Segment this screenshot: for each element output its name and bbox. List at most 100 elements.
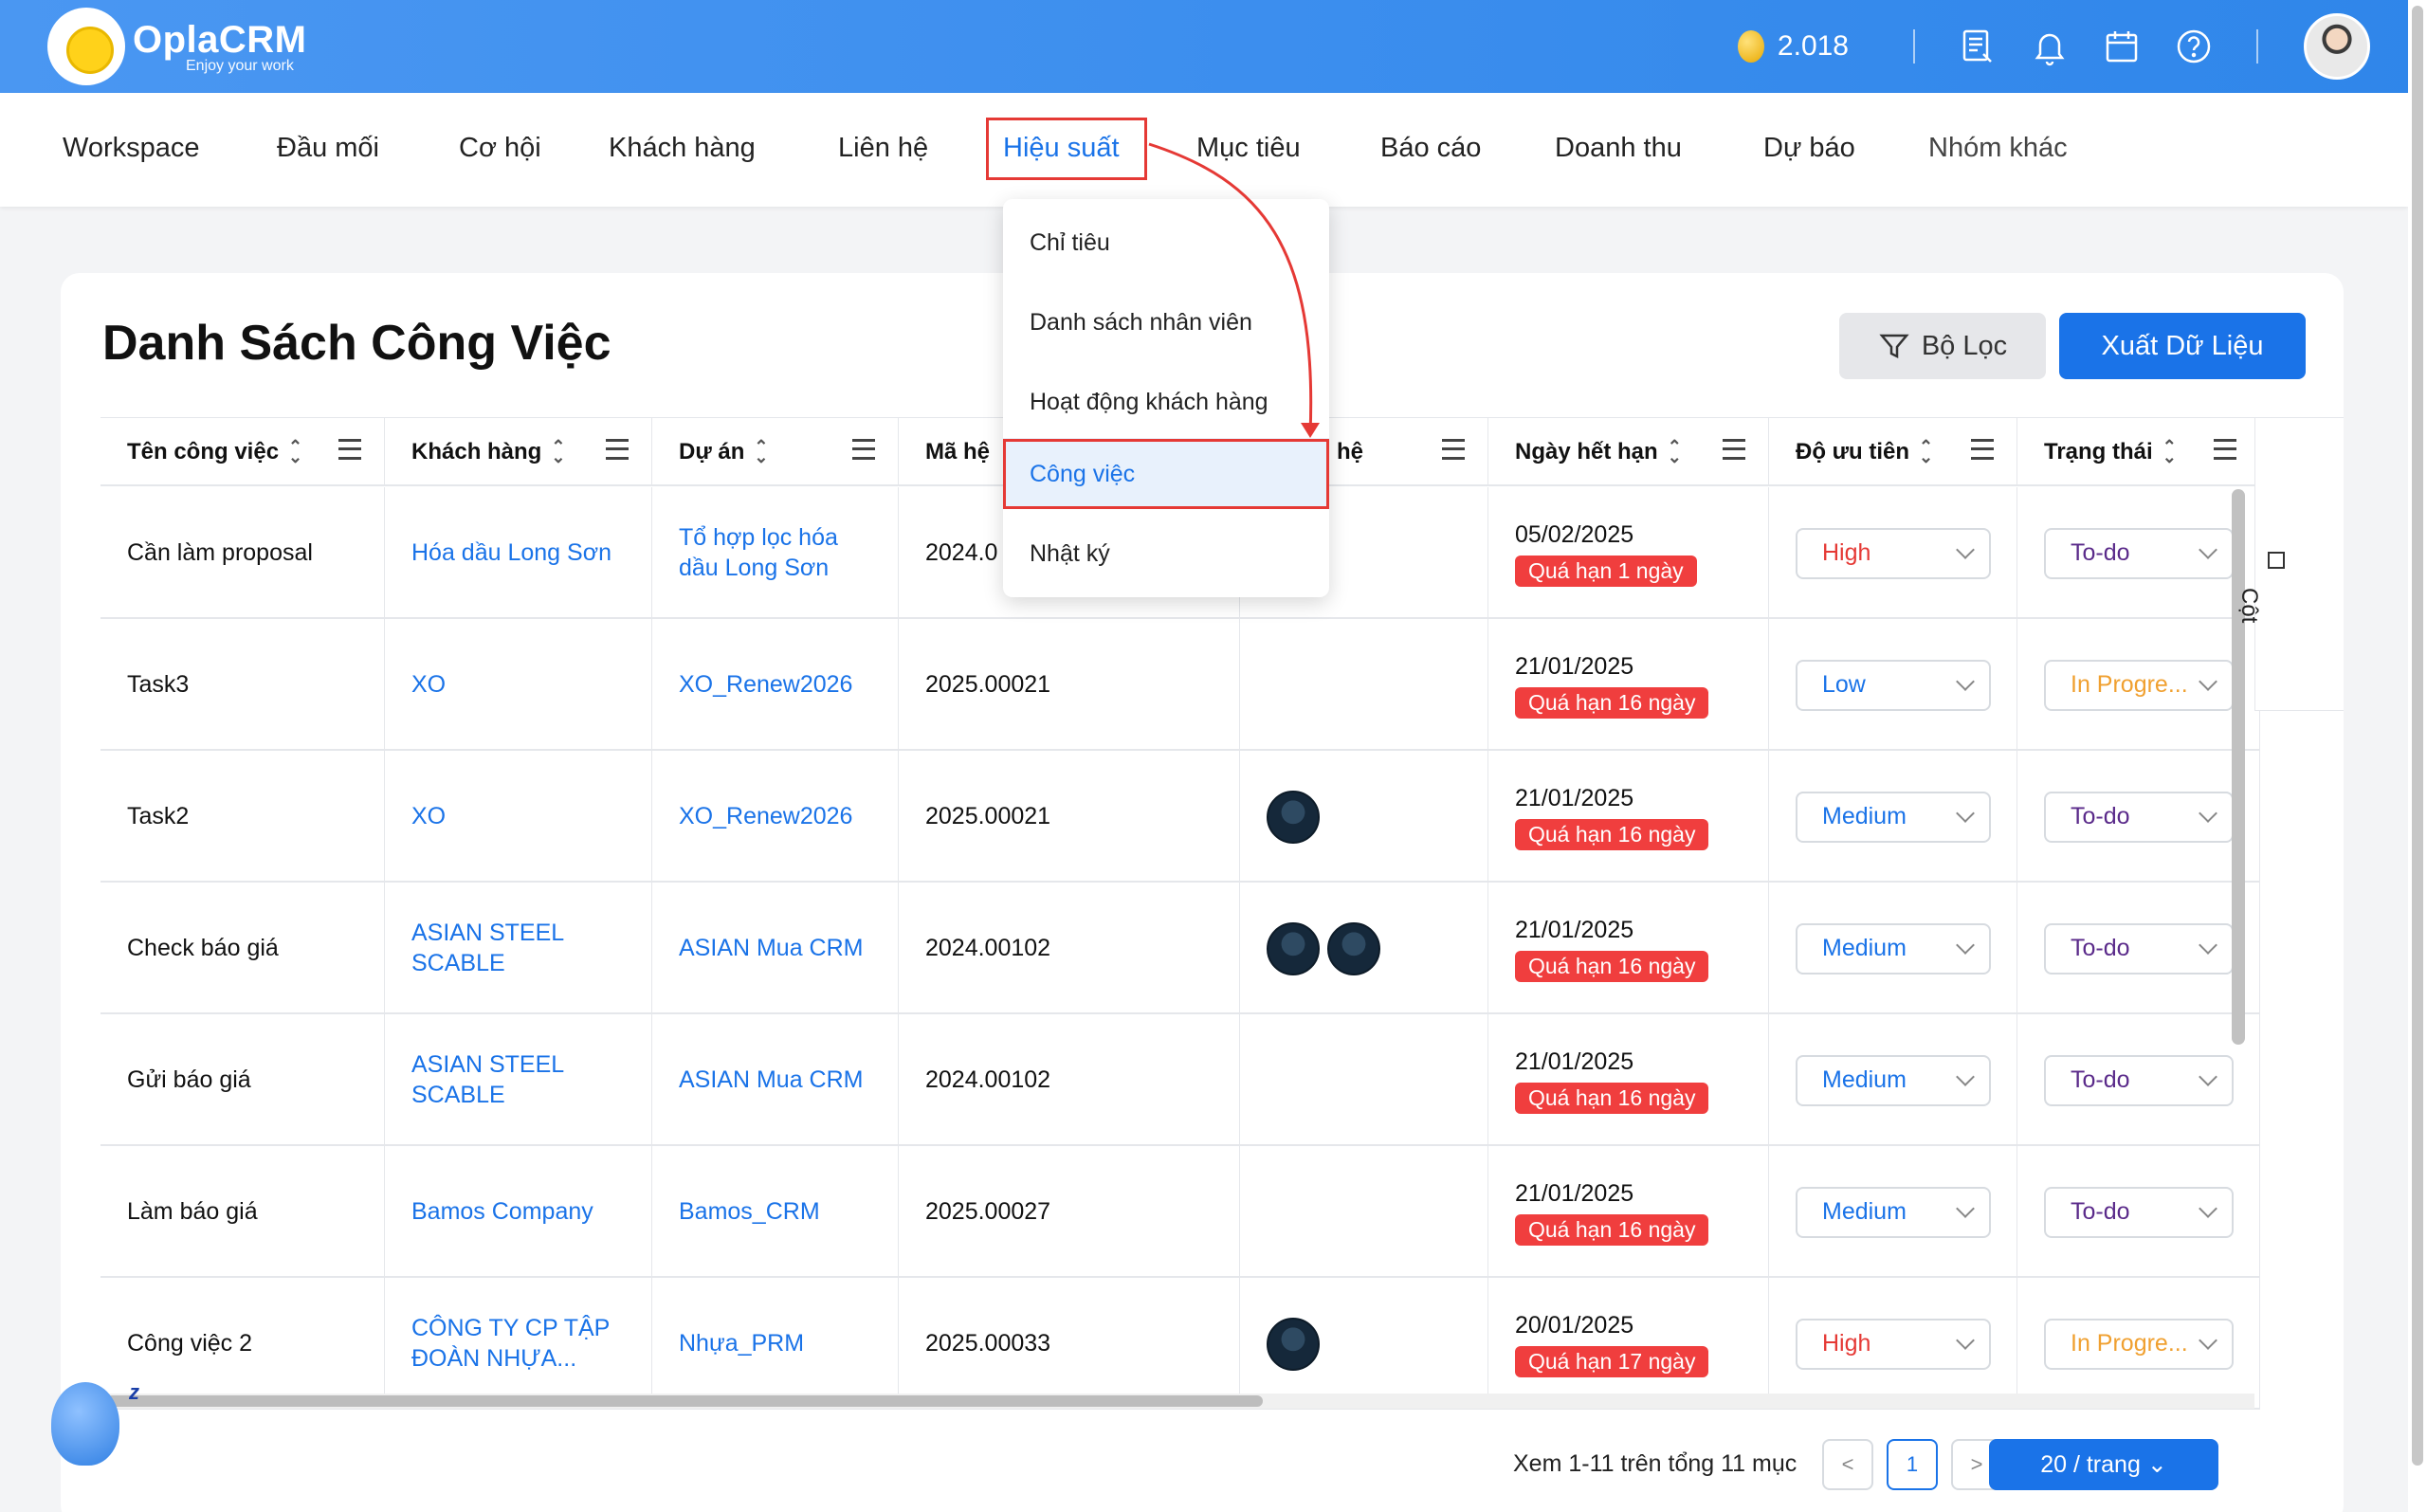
priority-select[interactable]: Medium (1796, 791, 1991, 843)
status-select[interactable]: To-do (2044, 527, 2234, 579)
nav-goals[interactable]: Mục tiêu (1196, 133, 1301, 164)
assignee-avatar[interactable] (1267, 921, 1320, 975)
col-status[interactable]: Trạng thái ⌃ ⌄ (2017, 418, 2260, 486)
project-link[interactable]: XO_Renew2026 (679, 670, 852, 700)
assignee-avatar[interactable] (1327, 921, 1380, 975)
project-link[interactable]: Bamos_CRM (679, 1197, 820, 1227)
col-customer[interactable]: Khách hàng ⌃ ⌄ (385, 418, 652, 486)
help-icon[interactable] (2171, 24, 2217, 69)
prev-page-button[interactable]: < (1822, 1439, 1873, 1490)
task-name[interactable]: Check báo giá (127, 934, 279, 963)
customer-link[interactable]: XO (411, 802, 446, 831)
column-menu-icon[interactable] (1723, 439, 1745, 460)
column-menu-icon[interactable] (1971, 439, 1994, 460)
table-row[interactable]: Task3 XO XO_Renew2026 2025.00021 21/01/2025 Q… (100, 619, 2260, 751)
calendar-icon[interactable] (2099, 24, 2144, 69)
column-menu-icon[interactable] (1442, 439, 1465, 460)
table-row[interactable]: Gửi báo giá ASIAN STEEL SCABLE ASIAN Mua C… (100, 1014, 2260, 1146)
sort-icon[interactable]: ⌃ ⌄ (754, 438, 768, 465)
nav-other-groups[interactable]: Nhóm khác (1928, 133, 2068, 164)
priority-select[interactable]: Medium (1796, 922, 1991, 975)
brand-logo[interactable]: OplaCRM Enjoy your work (47, 8, 307, 85)
table-row[interactable]: Check báo giá ASIAN STEEL SCABLE ASIAN Mua… (100, 883, 2260, 1014)
customer-link[interactable]: CÔNG TY CP TẬP ĐOÀN NHỰA... (411, 1314, 636, 1374)
user-avatar[interactable] (2304, 13, 2370, 80)
sort-icon[interactable]: ⌃ ⌄ (288, 438, 302, 465)
customer-link[interactable]: ASIAN STEEL SCABLE (411, 919, 636, 978)
chevron-down-icon (1956, 1330, 1975, 1350)
report-icon[interactable] (1955, 24, 2000, 69)
page-size-select[interactable]: 20 / trang ⌄ (1989, 1439, 2218, 1490)
customer-link[interactable]: ASIAN STEEL SCABLE (411, 1050, 636, 1110)
priority-select[interactable]: Low (1796, 659, 1991, 711)
coin-balance[interactable]: 2.018 (1778, 30, 1849, 63)
horizontal-scrollbar[interactable] (106, 1395, 1263, 1407)
page-scrollbar[interactable] (2412, 6, 2423, 1466)
customer-link[interactable]: Bamos Company (411, 1197, 593, 1227)
customer-link[interactable]: Hóa dầu Long Sơn (411, 538, 611, 568)
cell-priority: Medium (1769, 1014, 2017, 1146)
priority-select[interactable]: High (1796, 1318, 1991, 1370)
status-select[interactable]: In Progre... (2044, 1318, 2234, 1370)
dropdown-item-employees[interactable]: Danh sách nhân viên (1030, 309, 1252, 337)
export-button[interactable]: Xuất Dữ Liệu (2059, 313, 2306, 379)
nav-workspace[interactable]: Workspace (63, 133, 200, 164)
assignee-avatar[interactable] (1267, 1317, 1320, 1371)
project-link[interactable]: Nhựa_PRM (679, 1329, 804, 1358)
cell-status: To-do (2017, 1146, 2260, 1278)
nav-opportunities[interactable]: Cơ hội (459, 133, 541, 164)
task-name[interactable]: Làm báo giá (127, 1197, 258, 1227)
sort-icon[interactable]: ⌃ ⌄ (2162, 438, 2177, 465)
status-value: In Progre... (2071, 1329, 2188, 1357)
bell-icon[interactable] (2027, 24, 2072, 69)
dropdown-item-logs[interactable]: Nhật ký (1030, 540, 1110, 568)
sort-icon[interactable]: ⌃ ⌄ (551, 438, 565, 465)
task-name[interactable]: Gửi báo giá (127, 1066, 251, 1095)
column-menu-icon[interactable] (852, 439, 875, 460)
filter-button[interactable]: Bộ Lọc (1839, 313, 2046, 379)
col-task-name[interactable]: Tên công việc ⌃ ⌄ (100, 418, 385, 486)
nav-leads[interactable]: Đầu mối (277, 133, 379, 164)
priority-select[interactable]: Medium (1796, 1054, 1991, 1106)
column-menu-icon[interactable] (606, 439, 629, 460)
nav-customers[interactable]: Khách hàng (609, 133, 756, 164)
status-select[interactable]: To-do (2044, 1054, 2234, 1106)
column-menu-icon[interactable] (338, 439, 361, 460)
col-due-date[interactable]: Ngày hết hạn ⌃ ⌄ (1488, 418, 1769, 486)
status-select[interactable]: To-do (2044, 791, 2234, 843)
project-link[interactable]: XO_Renew2026 (679, 802, 852, 831)
page-1-button[interactable]: 1 (1887, 1439, 1938, 1490)
nav-forecast[interactable]: Dự báo (1763, 133, 1855, 164)
task-name[interactable]: Cần làm proposal (127, 538, 313, 568)
task-name[interactable]: Task3 (127, 670, 189, 700)
table-vertical-scrollbar[interactable] (2232, 489, 2245, 1045)
table-row[interactable]: Làm báo giá Bamos Company Bamos_CRM 2025.00… (100, 1146, 2260, 1278)
project-link[interactable]: ASIAN Mua CRM (679, 934, 863, 963)
nav-revenue[interactable]: Doanh thu (1555, 133, 1682, 164)
cell-assignee (1240, 1146, 1488, 1278)
cell-project: Bamos_CRM (652, 1146, 899, 1278)
sort-icon[interactable]: ⌃ ⌄ (1668, 438, 1682, 465)
priority-select[interactable]: Medium (1796, 1186, 1991, 1238)
dropdown-item-customer-activity[interactable]: Hoạt động khách hàng (1030, 389, 1268, 416)
priority-select[interactable]: High (1796, 527, 1991, 579)
task-name[interactable]: Công việc 2 (127, 1329, 252, 1358)
task-name[interactable]: Task2 (127, 802, 189, 831)
col-priority[interactable]: Độ ưu tiên ⌃ ⌄ (1769, 418, 2017, 486)
nav-reports[interactable]: Báo cáo (1380, 133, 1481, 164)
status-select[interactable]: To-do (2044, 1186, 2234, 1238)
dropdown-item-targets[interactable]: Chỉ tiêu (1030, 229, 1110, 257)
nav-contacts[interactable]: Liên hệ (838, 133, 928, 164)
sort-icon[interactable]: ⌃ ⌄ (1919, 438, 1933, 465)
status-select[interactable]: To-do (2044, 922, 2234, 975)
table-row[interactable]: Công việc 2 CÔNG TY CP TẬP ĐOÀN NHỰA... Nh… (100, 1278, 2260, 1410)
project-link[interactable]: ASIAN Mua CRM (679, 1066, 863, 1095)
project-link[interactable]: Tổ hợp lọc hóa dầu Long Sơn (679, 523, 883, 583)
assistant-mascot-icon[interactable] (51, 1382, 119, 1466)
customer-link[interactable]: XO (411, 670, 446, 700)
table-row[interactable]: Task2 XO XO_Renew2026 2025.00021 21/01/2025 Q… (100, 751, 2260, 883)
col-project[interactable]: Dự án ⌃ ⌄ (652, 418, 899, 486)
assignee-avatar[interactable] (1267, 790, 1320, 844)
status-select[interactable]: In Progre... (2044, 659, 2234, 711)
column-menu-icon[interactable] (2214, 439, 2236, 460)
